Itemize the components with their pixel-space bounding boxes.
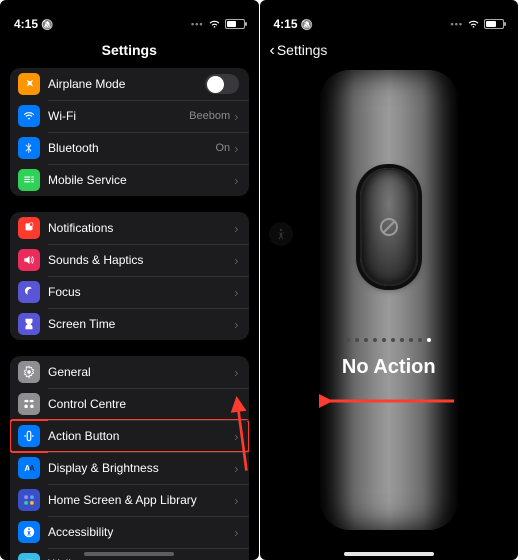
page-dot[interactable]: [391, 338, 395, 342]
row-label: Airplane Mode: [48, 77, 205, 91]
chevron-right-icon: ›: [234, 365, 238, 380]
page-dot[interactable]: [382, 338, 386, 342]
settings-row-wifi[interactable]: Wi-FiBeebom ›: [10, 100, 249, 132]
chevron-right-icon: ›: [234, 317, 238, 332]
page-dot[interactable]: [364, 338, 368, 342]
row-label: Mobile Service: [48, 173, 234, 187]
action-card-label: No Action: [260, 356, 518, 379]
action-button-illustration: [360, 168, 418, 286]
action-button-screen: 4:15 ••• ‹Settings No Action: [260, 0, 518, 560]
battery-icon: [225, 19, 245, 29]
page-dot[interactable]: [400, 338, 404, 342]
row-label: Wi-Fi: [48, 109, 189, 123]
settings-row-access[interactable]: Accessibility›: [10, 516, 249, 548]
action-icon: [18, 425, 40, 447]
notif-icon: [18, 217, 40, 239]
sound-icon: [18, 249, 40, 271]
general-icon: [18, 361, 40, 383]
chevron-right-icon: ›: [234, 253, 238, 268]
screentime-icon: [18, 313, 40, 335]
settings-row-sound[interactable]: Sounds & Haptics›: [10, 244, 249, 276]
wifi-icon: [208, 19, 221, 29]
phone-side-illustration: [320, 70, 458, 530]
row-label: Notifications: [48, 221, 234, 235]
access-icon: [18, 521, 40, 543]
settings-row-general[interactable]: General›: [10, 356, 249, 388]
settings-row-mobile[interactable]: Mobile Service›: [10, 164, 249, 196]
settings-group: Airplane ModeWi-FiBeebom›BluetoothOn›Mob…: [10, 68, 249, 196]
row-label: Bluetooth: [48, 141, 215, 155]
chevron-right-icon: ›: [234, 141, 238, 156]
accessibility-shortcut-icon[interactable]: [269, 222, 293, 246]
chevron-right-icon: ›: [234, 397, 238, 412]
bell-slash-icon: [41, 17, 53, 31]
home-icon: [18, 489, 40, 511]
display-icon: AA: [18, 457, 40, 479]
wifi-icon: [18, 105, 40, 127]
settings-row-screentime[interactable]: Screen Time›: [10, 308, 249, 340]
row-detail: On: [215, 142, 230, 154]
row-label: Home Screen & App Library: [48, 493, 234, 507]
nav-title: Settings: [0, 38, 259, 68]
status-bar: 4:15 •••: [0, 0, 259, 38]
chevron-right-icon: ›: [234, 285, 238, 300]
row-label: Accessibility: [48, 525, 234, 539]
bt-icon: [18, 137, 40, 159]
mobile-icon: [18, 169, 40, 191]
control-icon: [18, 393, 40, 415]
home-indicator[interactable]: [344, 552, 434, 556]
chevron-right-icon: ›: [234, 493, 238, 508]
page-indicator[interactable]: [260, 338, 518, 342]
airplane-icon: [18, 73, 40, 95]
chevron-right-icon: ›: [234, 173, 238, 188]
row-label: Screen Time: [48, 317, 234, 331]
settings-group: General›Control Centre›Action Button›AAD…: [10, 356, 249, 560]
page-dot[interactable]: [373, 338, 377, 342]
settings-row-airplane[interactable]: Airplane Mode: [10, 68, 249, 100]
chevron-right-icon: ›: [234, 109, 238, 124]
chevron-right-icon: ›: [234, 525, 238, 540]
page-dot[interactable]: [427, 338, 431, 342]
row-label: Focus: [48, 285, 234, 299]
status-time: 4:15: [14, 17, 53, 31]
settings-row-home[interactable]: Home Screen & App Library›: [10, 484, 249, 516]
chevron-right-icon: ›: [234, 429, 238, 444]
row-label: General: [48, 365, 234, 379]
settings-group: Notifications›Sounds & Haptics›Focus›Scr…: [10, 212, 249, 340]
settings-row-action[interactable]: Action Button›: [10, 420, 249, 452]
row-label: Control Centre: [48, 397, 234, 411]
row-label: Display & Brightness: [48, 461, 234, 475]
home-indicator[interactable]: [84, 552, 174, 556]
toggle[interactable]: [205, 74, 239, 94]
chevron-right-icon: ›: [234, 221, 238, 236]
page-dot[interactable]: [409, 338, 413, 342]
wall-icon: [18, 553, 40, 560]
settings-row-display[interactable]: AA Display & Brightness›: [10, 452, 249, 484]
settings-row-bt[interactable]: BluetoothOn ›: [10, 132, 249, 164]
settings-screen: 4:15 ••• Settings Airplane Mode Wi-FiBeeb…: [0, 0, 259, 560]
cellular-icon: •••: [191, 19, 203, 29]
settings-row-control[interactable]: Control Centre›: [10, 388, 249, 420]
svg-text:A: A: [29, 464, 35, 473]
row-detail: Beebom: [189, 110, 230, 122]
row-label: Action Button: [48, 429, 234, 443]
settings-row-notif[interactable]: Notifications›: [10, 212, 249, 244]
chevron-right-icon: ›: [234, 461, 238, 476]
page-dot[interactable]: [418, 338, 422, 342]
page-dot[interactable]: [346, 338, 350, 342]
settings-row-focus[interactable]: Focus›: [10, 276, 249, 308]
page-dot[interactable]: [355, 338, 359, 342]
focus-icon: [18, 281, 40, 303]
row-label: Sounds & Haptics: [48, 253, 234, 267]
chevron-right-icon: ›: [234, 557, 238, 560]
